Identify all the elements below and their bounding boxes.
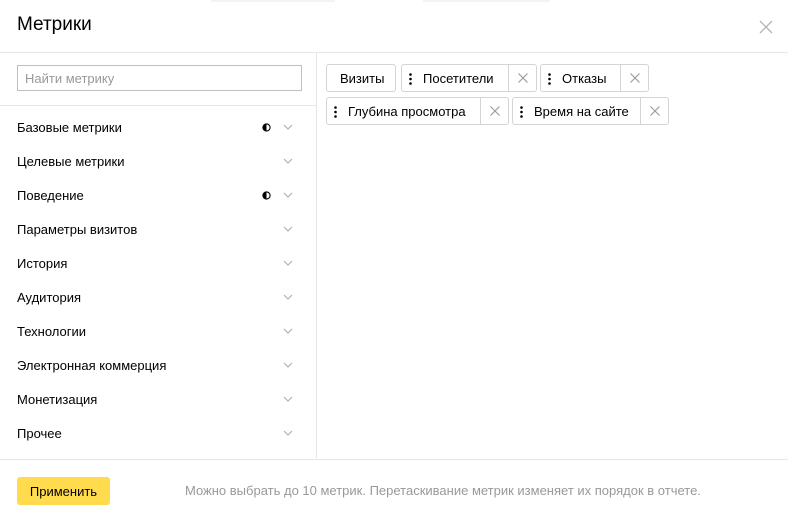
chevron-down-icon — [283, 362, 293, 368]
category-label: История — [17, 256, 68, 271]
remove-icon — [490, 106, 500, 116]
drag-handle-icon[interactable] — [548, 73, 551, 85]
metric-chip-visitors[interactable]: Посетители — [401, 64, 537, 92]
metric-chip-label: Время на сайте — [534, 104, 629, 119]
chevron-down-icon — [283, 396, 293, 402]
category-item-visit-params[interactable]: Параметры визитов — [0, 212, 316, 246]
dialog-title: Метрики — [17, 14, 92, 35]
remove-icon — [650, 106, 660, 116]
category-label: Монетизация — [17, 392, 98, 407]
category-label: Базовые метрики — [17, 120, 122, 135]
half-circle-icon — [262, 191, 271, 200]
metric-chip-label: Посетители — [423, 71, 494, 86]
drag-handle-icon[interactable] — [334, 106, 337, 118]
chevron-down-icon — [283, 226, 293, 232]
metric-chip-time-on-site[interactable]: Время на сайте — [512, 97, 669, 125]
metric-chip-label: Отказы — [562, 71, 607, 86]
category-label: Поведение — [17, 188, 84, 203]
chevron-down-icon — [283, 294, 293, 300]
category-item-ecommerce[interactable]: Электронная коммерция — [0, 348, 316, 382]
metric-chip-visits[interactable]: Визиты — [326, 64, 396, 92]
category-label: Электронная коммерция — [17, 358, 167, 373]
category-item-base[interactable]: Базовые метрики — [0, 110, 316, 144]
category-label: Аудитория — [17, 290, 82, 305]
category-item-history[interactable]: История — [0, 246, 316, 280]
chevron-down-icon — [283, 192, 293, 198]
metric-chip-label: Глубина просмотра — [348, 104, 466, 119]
search-input[interactable] — [17, 65, 302, 91]
dialog-footer: Применить Можно выбрать до 10 метрик. Пе… — [0, 459, 788, 515]
remove-metric-button[interactable] — [620, 65, 649, 91]
close-icon — [759, 20, 773, 34]
remove-metric-button[interactable] — [508, 65, 537, 91]
chevron-down-icon — [283, 124, 293, 130]
chevron-down-icon — [283, 260, 293, 266]
category-list: Базовые метрики Целевые метрики Поведени… — [0, 110, 316, 450]
category-item-behavior[interactable]: Поведение — [0, 178, 316, 212]
selected-metrics-panel: Визиты Посетители Отказы Глубина просмот… — [317, 53, 788, 458]
remove-icon — [518, 73, 528, 83]
metric-chip-label: Визиты — [340, 71, 385, 86]
category-item-goals[interactable]: Целевые метрики — [0, 144, 316, 178]
chevron-down-icon — [283, 158, 293, 164]
close-button[interactable] — [757, 18, 775, 36]
drag-handle-icon[interactable] — [409, 73, 412, 85]
chevron-down-icon — [283, 328, 293, 334]
metric-chip-depth[interactable]: Глубина просмотра — [326, 97, 509, 125]
metrics-catalog: Базовые метрики Целевые метрики Поведени… — [0, 53, 317, 458]
category-label: Прочее — [17, 426, 62, 441]
half-circle-icon — [262, 123, 271, 132]
remove-metric-button[interactable] — [480, 98, 509, 124]
category-item-technology[interactable]: Технологии — [0, 314, 316, 348]
category-item-monetization[interactable]: Монетизация — [0, 382, 316, 416]
category-item-other[interactable]: Прочее — [0, 416, 316, 450]
category-item-audience[interactable]: Аудитория — [0, 280, 316, 314]
drag-handle-icon[interactable] — [520, 106, 523, 118]
search-area — [0, 53, 316, 106]
remove-icon — [630, 73, 640, 83]
category-label: Технологии — [17, 324, 87, 339]
category-label: Целевые метрики — [17, 154, 125, 169]
category-label: Параметры визитов — [17, 222, 138, 237]
hint-text: Можно выбрать до 10 метрик. Перетаскиван… — [185, 483, 701, 498]
remove-metric-button[interactable] — [640, 98, 669, 124]
chevron-down-icon — [283, 430, 293, 436]
metric-chip-bounces[interactable]: Отказы — [540, 64, 649, 92]
dialog-header: Метрики — [0, 0, 788, 53]
apply-button[interactable]: Применить — [17, 477, 110, 505]
